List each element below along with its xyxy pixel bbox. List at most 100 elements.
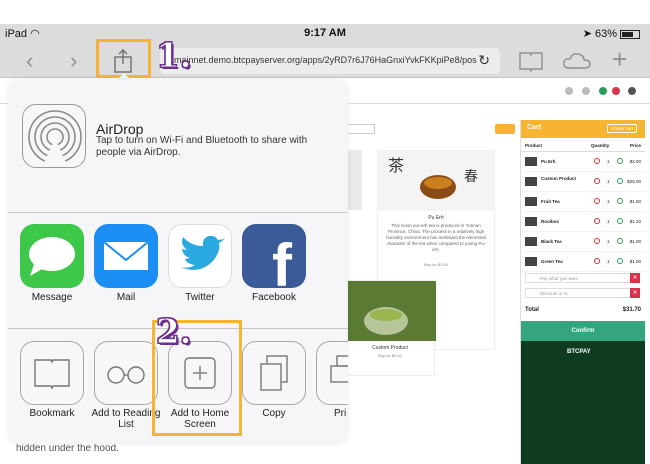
remove-icon[interactable] <box>594 158 600 164</box>
add-icon[interactable] <box>617 238 623 244</box>
cloud-tabs-icon[interactable] <box>562 50 592 72</box>
item-quantity: 1 <box>607 199 610 204</box>
message-icon[interactable] <box>20 224 84 288</box>
step-2-label: 2. <box>156 312 192 353</box>
bookmarks-icon[interactable] <box>518 50 544 72</box>
address-bar[interactable]: mainnet.demo.btcpayserver.org/apps/2yRD7… <box>160 48 500 74</box>
btcpay-logo: BTCPAY <box>567 349 591 355</box>
item-name: Rooibos <box>541 219 559 224</box>
clear-pay-button[interactable]: ✕ <box>630 273 640 283</box>
product-name: Pu Erh <box>428 215 444 221</box>
location-icon: ➤ <box>582 28 592 40</box>
page-body-text: hidden under the hood. <box>16 443 119 454</box>
buy-button[interactable]: Buy for $0.00 <box>346 353 434 358</box>
cart-row: Custom Product 1 $25.00 <box>521 172 645 192</box>
mail-icon[interactable] <box>94 224 158 288</box>
svg-text:茶: 茶 <box>388 156 404 175</box>
empty-cart-button[interactable]: Empty cart <box>607 124 637 133</box>
add-icon[interactable] <box>617 178 623 184</box>
item-thumbnail <box>525 217 537 226</box>
item-quantity: 1 <box>607 239 610 244</box>
cart-title: Cart <box>527 124 542 131</box>
cart-row: Green Tea 1 $1.00 <box>521 252 645 272</box>
add-icon[interactable] <box>617 258 623 264</box>
item-thumbnail <box>525 157 537 166</box>
url-text: mainnet.demo.btcpayserver.org/apps/2yRD7… <box>174 55 477 65</box>
item-price: $2.00 <box>629 159 641 164</box>
btcpay-footer: BTCPAY <box>521 341 645 464</box>
action-label-print: Pri <box>334 408 347 419</box>
remove-icon[interactable] <box>594 238 600 244</box>
new-tab-icon[interactable]: + <box>612 46 627 72</box>
cart-panel: Cart Empty cart Product Quantity Price P… <box>520 120 645 464</box>
product-name: Custom Product <box>372 345 408 351</box>
item-name: Pu Erh <box>541 159 556 164</box>
col-product: Product <box>525 143 543 148</box>
page-search-input[interactable] <box>345 124 375 134</box>
total-label: Total <box>525 307 539 313</box>
item-name: Black Tea <box>541 239 562 244</box>
app-label-twitter: Twitter <box>185 292 215 303</box>
product-description: This loose pur-erh tea is produced in Yu… <box>386 223 486 252</box>
confirm-button[interactable]: Confirm <box>521 321 645 341</box>
extension-icon[interactable] <box>599 87 607 95</box>
add-icon[interactable] <box>617 198 623 204</box>
svg-text:f: f <box>272 232 293 288</box>
item-thumbnail <box>525 177 537 186</box>
pay-what-you-want-input[interactable]: Pay what you want <box>525 273 633 283</box>
cart-toggle-button[interactable] <box>495 124 515 134</box>
bookmark-icon[interactable] <box>20 341 84 405</box>
twitter-icon[interactable] <box>168 224 232 288</box>
svg-text:春: 春 <box>464 169 478 185</box>
app-label-facebook: Facebook <box>252 292 296 303</box>
action-label-copy: Copy <box>262 408 286 419</box>
pay-placeholder: Pay what you want <box>540 276 578 281</box>
copy-icon[interactable] <box>242 341 306 405</box>
ipad-screen: iPad ◠ 9:17 AM ➤ 63% ‹ › mainnet.demo.bt… <box>0 0 650 464</box>
item-quantity: 1 <box>607 219 610 224</box>
battery-icon <box>620 29 640 39</box>
reading-list-icon[interactable] <box>94 341 158 405</box>
remove-icon[interactable] <box>594 218 600 224</box>
buy-button[interactable]: Buy for $2.00 <box>378 262 494 267</box>
product-image-partial <box>348 150 362 210</box>
cart-total: Total $31.70 <box>521 304 645 318</box>
back-icon[interactable]: ‹ <box>26 50 33 72</box>
add-icon[interactable] <box>617 158 623 164</box>
item-price: $1.20 <box>629 219 641 224</box>
settings-icon[interactable] <box>582 87 590 95</box>
reload-icon[interactable]: ↻ <box>478 52 490 69</box>
remove-icon[interactable] <box>594 198 600 204</box>
search-icon[interactable] <box>565 87 573 95</box>
product-card[interactable]: Custom Product Buy for $0.00 <box>345 280 436 376</box>
cart-row: Fruit Tea 1 $1.50 <box>521 192 645 212</box>
airdrop-icon[interactable] <box>22 104 86 168</box>
item-name: Green Tea <box>541 259 563 264</box>
remove-icon[interactable] <box>594 258 600 264</box>
cart-columns: Product Quantity Price <box>521 140 645 152</box>
item-thumbnail <box>525 257 537 266</box>
discount-placeholder: Discount in % <box>540 291 568 296</box>
item-price: $1.00 <box>629 259 641 264</box>
product-image <box>346 281 436 341</box>
item-thumbnail <box>525 197 537 206</box>
extension-icon-2[interactable] <box>612 87 620 95</box>
item-thumbnail <box>525 237 537 246</box>
airdrop-row[interactable]: AirDrop Tap to turn on Wi-Fi and Bluetoo… <box>8 80 348 212</box>
facebook-icon[interactable]: f <box>242 224 306 288</box>
clear-discount-button[interactable]: ✕ <box>630 288 640 298</box>
cart-row: Pu Erh 1 $2.00 <box>521 152 645 172</box>
item-price: $25.00 <box>627 179 641 184</box>
airdrop-description: Tap to turn on Wi-Fi and Bluetooth to sh… <box>96 135 308 158</box>
col-quantity: Quantity <box>591 143 610 148</box>
remove-icon[interactable] <box>594 178 600 184</box>
item-quantity: 1 <box>607 259 610 264</box>
add-icon[interactable] <box>617 218 623 224</box>
item-price: $1.00 <box>629 239 641 244</box>
account-icon[interactable] <box>628 87 636 95</box>
item-name: Custom Product <box>541 176 577 181</box>
item-quantity: 1 <box>607 179 610 184</box>
print-icon[interactable] <box>316 341 348 405</box>
forward-icon[interactable]: › <box>70 50 77 72</box>
discount-input[interactable]: Discount in % <box>525 288 633 298</box>
